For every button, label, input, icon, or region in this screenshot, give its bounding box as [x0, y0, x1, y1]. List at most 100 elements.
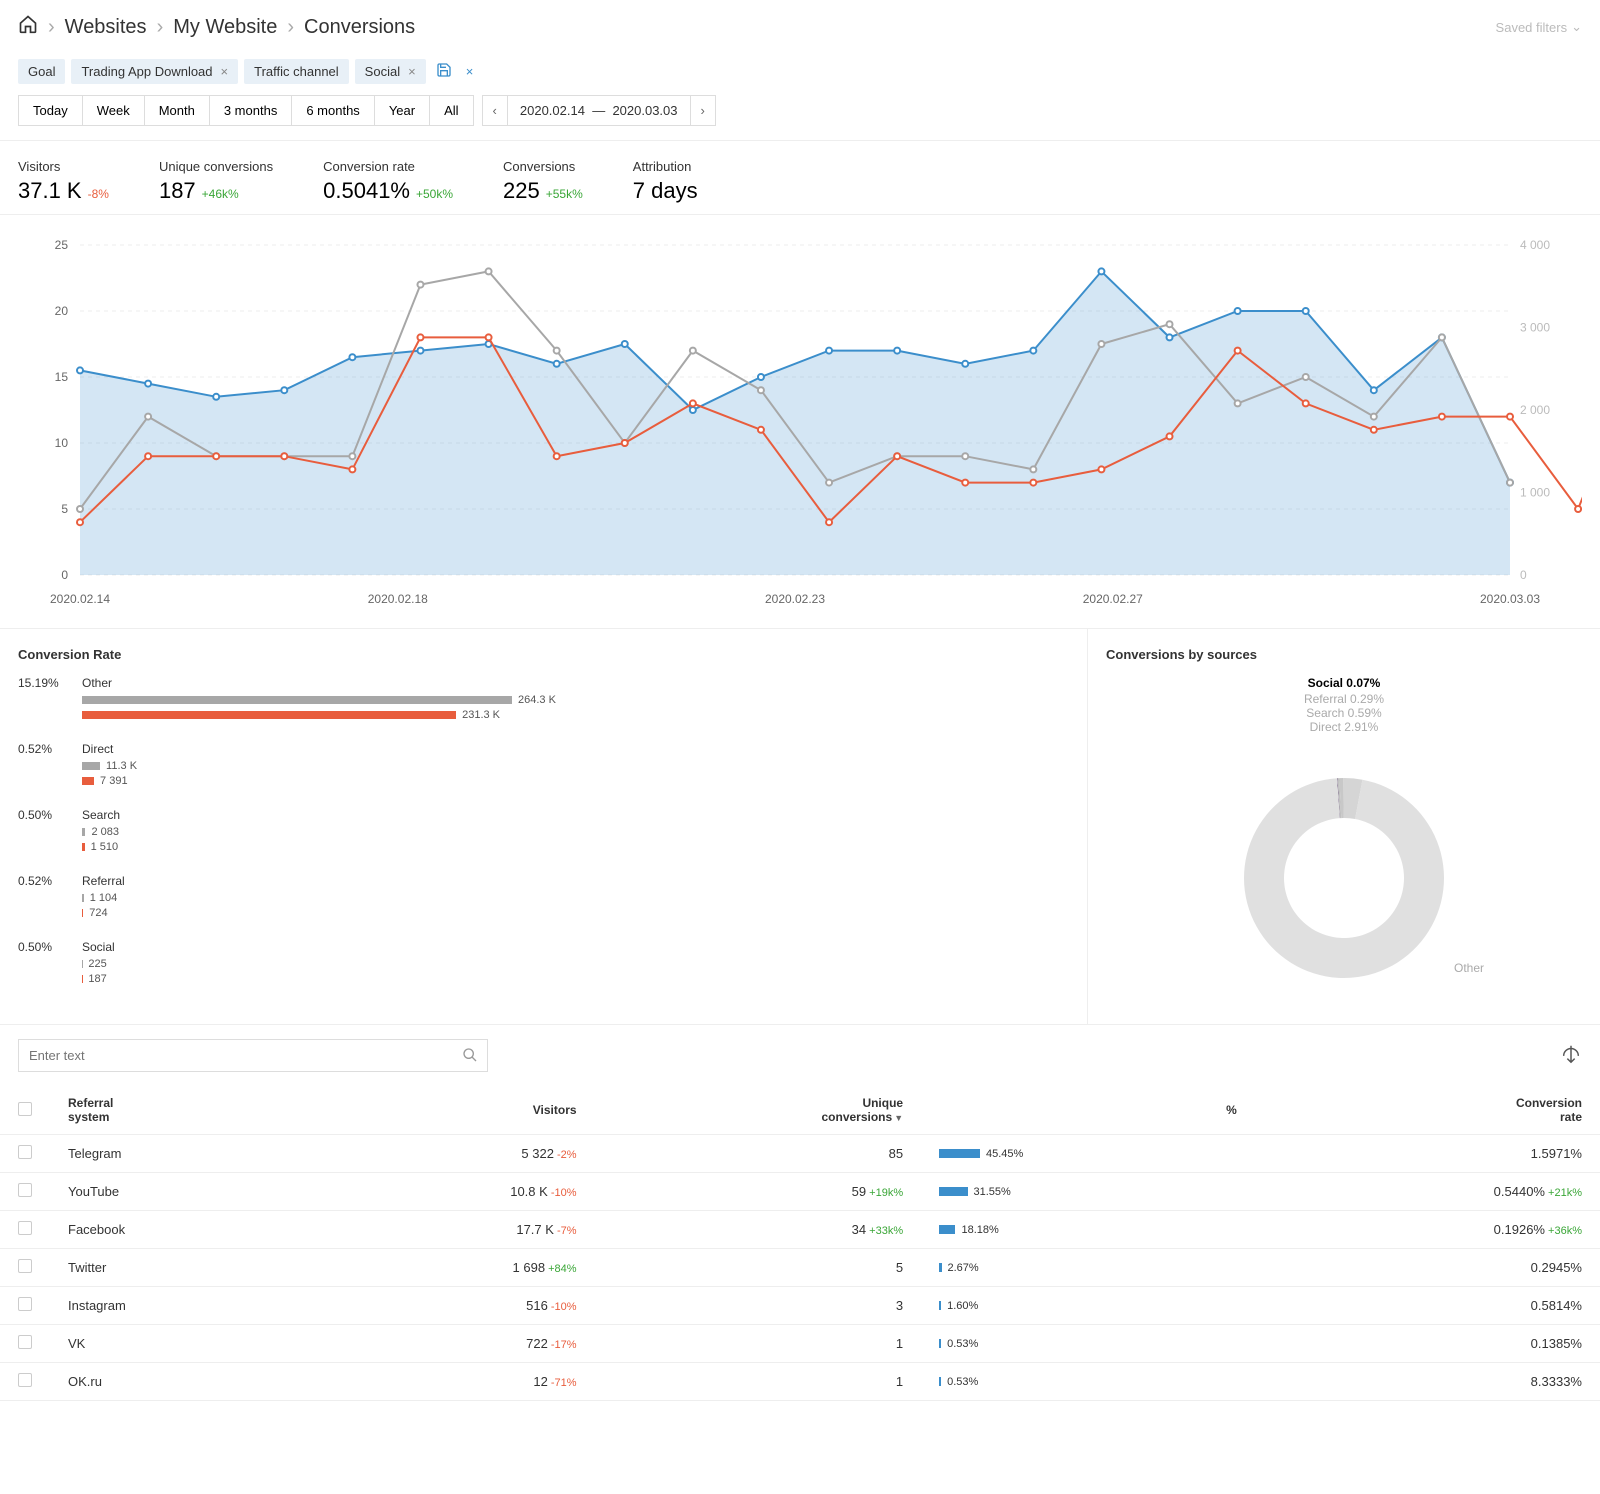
- delta: -17%: [548, 1339, 577, 1351]
- date-preset-button[interactable]: All: [429, 95, 473, 126]
- save-filter-icon[interactable]: [432, 58, 456, 85]
- column-header[interactable]: Uniqueconversions▼: [595, 1086, 922, 1135]
- filter-value-chip[interactable]: Social×: [355, 59, 426, 84]
- checkbox[interactable]: [18, 1297, 32, 1311]
- delta: +21k%: [1545, 1187, 1582, 1199]
- referral-name: Facebook: [50, 1211, 310, 1249]
- filter-chip[interactable]: Goal: [18, 59, 65, 84]
- svg-text:5: 5: [61, 502, 68, 516]
- column-header[interactable]: Visitors: [310, 1086, 594, 1135]
- close-icon[interactable]: ×: [221, 64, 229, 79]
- unique-conv-cell: 59 +19k%: [595, 1173, 922, 1211]
- pct-value: 31.55%: [974, 1186, 1011, 1198]
- close-icon[interactable]: ×: [408, 64, 416, 79]
- svg-text:0: 0: [61, 568, 68, 582]
- cr-bar-gray: [82, 696, 512, 704]
- table-row[interactable]: Telegram 5 322 -2% 85 45.45% 1.5971%: [0, 1135, 1600, 1173]
- unique-conv-cell: 5: [595, 1249, 922, 1287]
- table-row[interactable]: Facebook 17.7 K -7% 34 +33k% 18.18% 0.19…: [0, 1211, 1600, 1249]
- checkbox[interactable]: [18, 1145, 32, 1159]
- metric-label: Unique conversions: [159, 159, 273, 174]
- cr-percent: 0.52%: [18, 874, 68, 922]
- table-row[interactable]: Instagram 516 -10% 3 1.60% 0.5814%: [0, 1287, 1600, 1325]
- conversion-rate-row: 0.52% Direct 11.3 K 7 391: [18, 742, 1069, 790]
- date-range-picker[interactable]: ‹ 2020.02.14 — 2020.03.03 ›: [482, 95, 716, 126]
- cr-bar-orange: [82, 909, 83, 917]
- conversions-by-sources-panel: Conversions by sources Social 0.07% Refe…: [1088, 629, 1600, 1024]
- donut-labels: Social 0.07% Referral 0.29% Search 0.59%…: [1304, 676, 1384, 734]
- date-prev-button[interactable]: ‹: [483, 96, 508, 125]
- cr-value: 1 510: [91, 841, 119, 853]
- date-preset-button[interactable]: 6 months: [291, 95, 374, 126]
- referral-name: OK.ru: [50, 1363, 310, 1401]
- visitors-cell: 10.8 K -10%: [310, 1173, 594, 1211]
- checkbox[interactable]: [18, 1373, 32, 1387]
- breadcrumb-item[interactable]: My Website: [173, 16, 277, 39]
- date-preset-button[interactable]: 3 months: [209, 95, 292, 126]
- delta: +84%: [545, 1263, 577, 1275]
- table-row[interactable]: VK 722 -17% 1 0.53% 0.1385%: [0, 1325, 1600, 1363]
- visitors-cell: 12 -71%: [310, 1363, 594, 1401]
- download-icon[interactable]: [1560, 1043, 1582, 1068]
- date-preset-button[interactable]: Month: [144, 95, 210, 126]
- date-range-text[interactable]: 2020.02.14 — 2020.03.03: [508, 96, 690, 125]
- clear-filters-icon[interactable]: ×: [462, 60, 478, 83]
- table-row[interactable]: OK.ru 12 -71% 1 0.53% 8.3333%: [0, 1363, 1600, 1401]
- referral-name: Telegram: [50, 1135, 310, 1173]
- metric-delta: -8%: [88, 187, 109, 201]
- unique-conv-cell: 85: [595, 1135, 922, 1173]
- table-row[interactable]: YouTube 10.8 K -10% 59 +19k% 31.55% 0.54…: [0, 1173, 1600, 1211]
- checkbox[interactable]: [18, 1335, 32, 1349]
- panel-title: Conversion Rate: [18, 647, 1069, 662]
- conversion-rate-cell: 0.5814%: [1255, 1287, 1600, 1325]
- pct-bar: [939, 1187, 967, 1196]
- unique-conv-cell: 1: [595, 1325, 922, 1363]
- saved-filters-button[interactable]: Saved filters ⌄: [1496, 19, 1582, 35]
- referral-table: ReferralsystemVisitorsUniqueconversions▼…: [0, 1086, 1600, 1401]
- visitors-cell: 722 -17%: [310, 1325, 594, 1363]
- conversion-rate-cell: 0.2945%: [1255, 1249, 1600, 1287]
- column-header[interactable]: Conversionrate: [1255, 1086, 1600, 1135]
- column-header[interactable]: %: [921, 1086, 1255, 1135]
- filter-value-chip[interactable]: Trading App Download×: [71, 59, 238, 84]
- filter-chip[interactable]: Traffic channel: [244, 59, 349, 84]
- metric-value: 187: [159, 178, 196, 204]
- date-preset-button[interactable]: Year: [374, 95, 430, 126]
- pct-bar: [939, 1339, 941, 1348]
- cr-value: 187: [88, 973, 106, 985]
- metric-label: Attribution: [633, 159, 698, 174]
- search-input[interactable]: [18, 1039, 488, 1072]
- checkbox[interactable]: [18, 1221, 32, 1235]
- date-next-button[interactable]: ›: [690, 96, 715, 125]
- metrics-row: Visitors 37.1 K -8%Unique conversions 18…: [0, 141, 1600, 215]
- svg-text:Other 91.09%: Other 91.09%: [1454, 961, 1484, 975]
- svg-text:2020.02.27: 2020.02.27: [1083, 592, 1143, 606]
- date-preset-button[interactable]: Week: [82, 95, 145, 126]
- delta: +33k%: [866, 1225, 903, 1237]
- checkbox[interactable]: [18, 1183, 32, 1197]
- checkbox[interactable]: [18, 1102, 32, 1116]
- breadcrumb-item[interactable]: Websites: [65, 16, 147, 39]
- svg-text:3 000: 3 000: [1520, 321, 1550, 335]
- conversion-rate-cell: 8.3333%: [1255, 1363, 1600, 1401]
- table-row[interactable]: Twitter 1 698 +84% 5 2.67% 0.2945%: [0, 1249, 1600, 1287]
- cr-name: Other: [82, 676, 1069, 690]
- column-header[interactable]: Referralsystem: [50, 1086, 310, 1135]
- breadcrumb-item[interactable]: Conversions: [304, 16, 415, 39]
- cr-percent: 0.52%: [18, 742, 68, 790]
- unique-conv-cell: 34 +33k%: [595, 1211, 922, 1249]
- donut-chart: Other 91.09%: [1204, 738, 1484, 998]
- svg-text:4 000: 4 000: [1520, 238, 1550, 252]
- svg-text:10: 10: [55, 436, 69, 450]
- date-row: TodayWeekMonth3 months6 monthsYearAll ‹ …: [0, 95, 1600, 141]
- search-icon[interactable]: [462, 1047, 478, 1066]
- pct-bar: [939, 1263, 941, 1272]
- delta: +36k%: [1545, 1225, 1582, 1237]
- svg-text:2020.02.14: 2020.02.14: [50, 592, 110, 606]
- date-preset-button[interactable]: Today: [18, 95, 83, 126]
- checkbox[interactable]: [18, 1259, 32, 1273]
- filter-key: Goal: [28, 64, 55, 79]
- home-icon[interactable]: [18, 14, 38, 40]
- unique-conv-cell: 3: [595, 1287, 922, 1325]
- cr-value: 1 104: [90, 892, 118, 904]
